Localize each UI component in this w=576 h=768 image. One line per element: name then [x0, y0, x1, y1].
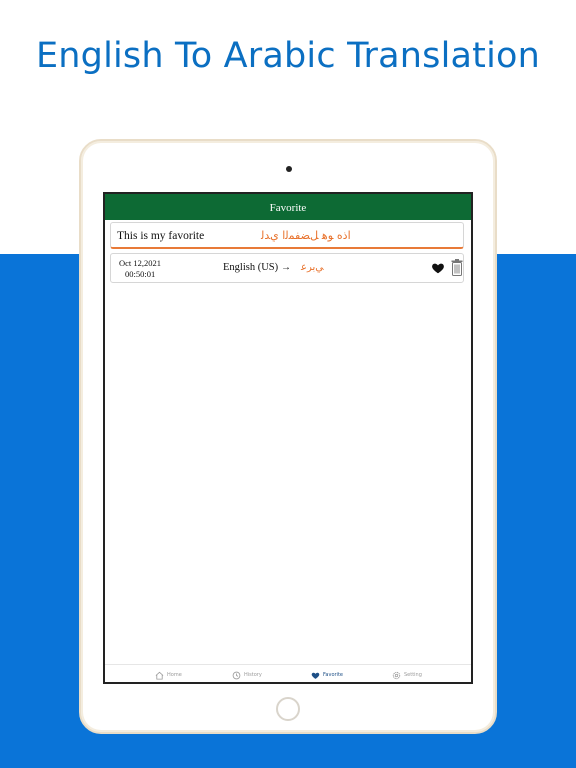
- item-time: 00:50:01: [125, 269, 156, 279]
- tab-favorite-label: Favorite: [323, 672, 343, 678]
- home-icon: [155, 671, 164, 680]
- gear-icon: [392, 671, 401, 679]
- translated-text: ﺍﺫﻩ ﻮﻫ ﻞﻀﻔﻤﻟﺍ ﻱﺪﻟ: [261, 229, 351, 242]
- app-screen: Favorite This is my favorite ﺍﺫﻩ ﻮﻫ ﻞﻀﻔﻤ…: [103, 192, 473, 684]
- arrow-icon: →: [281, 262, 291, 273]
- tablet-frame: Favorite This is my favorite ﺍﺫﻩ ﻮﻫ ﻞﻀﻔﻤ…: [79, 139, 497, 734]
- source-text: This is my favorite: [117, 230, 205, 242]
- target-language: ﻲﺑﺮﻋ: [301, 262, 324, 273]
- heart-icon: [311, 672, 320, 679]
- trash-icon[interactable]: [451, 259, 463, 276]
- tab-home[interactable]: Home: [155, 665, 182, 682]
- nav-title: Favorite: [269, 202, 307, 214]
- tab-bar: Home History Favorite Setting: [105, 664, 471, 682]
- translation-card[interactable]: This is my favorite ﺍﺫﻩ ﻮﻫ ﻞﻀﻔﻤﻟﺍ ﻱﺪﻟ: [110, 222, 464, 249]
- page-headline: English To Arabic Translation: [35, 36, 541, 76]
- item-date: Oct 12,2021: [119, 258, 162, 268]
- tab-favorite[interactable]: Favorite: [311, 665, 343, 682]
- heart-icon[interactable]: [431, 261, 445, 275]
- tab-history[interactable]: History: [232, 665, 262, 682]
- tab-setting-label: Setting: [404, 672, 422, 678]
- tab-history-label: History: [244, 672, 262, 678]
- nav-bar: Favorite: [105, 194, 471, 220]
- tab-setting[interactable]: Setting: [392, 665, 422, 682]
- tab-home-label: Home: [167, 672, 182, 678]
- history-icon: [232, 671, 241, 679]
- tablet-home-button: [276, 697, 300, 721]
- favorite-list-item[interactable]: Oct 12,2021 00:50:01 English (US) → ﻲﺑﺮﻋ: [110, 253, 464, 283]
- camera-dot: [286, 166, 292, 172]
- source-language: English (US): [223, 262, 279, 273]
